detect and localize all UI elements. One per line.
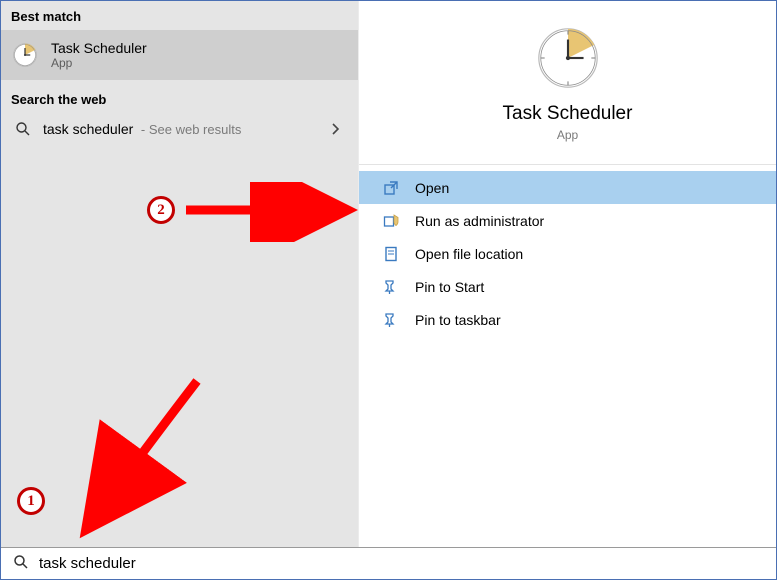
actions-list: Open Run as administrator Open file loca… bbox=[359, 171, 776, 336]
pin-icon bbox=[383, 279, 399, 295]
web-result-item[interactable]: task scheduler - See web results bbox=[1, 113, 358, 145]
action-pin-taskbar[interactable]: Pin to taskbar bbox=[359, 303, 776, 336]
search-icon bbox=[15, 121, 31, 137]
chevron-right-icon[interactable] bbox=[330, 123, 342, 138]
web-query-hint: - See web results bbox=[141, 122, 241, 137]
task-scheduler-icon bbox=[533, 23, 603, 93]
details-header: Task Scheduler App bbox=[359, 1, 776, 142]
run-admin-icon bbox=[383, 213, 399, 229]
main-content: Best match Task Scheduler App bbox=[1, 1, 776, 548]
best-match-title: Task Scheduler bbox=[51, 40, 147, 56]
details-title: Task Scheduler bbox=[503, 103, 633, 125]
web-header: Search the web bbox=[1, 80, 358, 113]
web-query-text: task scheduler bbox=[43, 121, 133, 137]
web-query: task scheduler - See web results bbox=[43, 121, 241, 137]
start-search-window: Best match Task Scheduler App bbox=[0, 0, 777, 580]
action-open-label: Open bbox=[415, 180, 449, 196]
best-match-subtitle: App bbox=[51, 56, 147, 70]
action-open-location-label: Open file location bbox=[415, 246, 523, 262]
action-run-admin[interactable]: Run as administrator bbox=[359, 204, 776, 237]
task-scheduler-icon bbox=[11, 41, 39, 69]
action-pin-start[interactable]: Pin to Start bbox=[359, 270, 776, 303]
search-icon bbox=[13, 554, 29, 574]
action-pin-start-label: Pin to Start bbox=[415, 279, 484, 295]
annotation-badge-2: 2 bbox=[147, 196, 175, 224]
action-open[interactable]: Open bbox=[359, 171, 776, 204]
search-bar[interactable]: task scheduler bbox=[1, 547, 776, 579]
results-panel: Best match Task Scheduler App bbox=[1, 1, 359, 548]
action-open-location[interactable]: Open file location bbox=[359, 237, 776, 270]
action-run-admin-label: Run as administrator bbox=[415, 213, 544, 229]
divider bbox=[359, 164, 776, 165]
best-match-item[interactable]: Task Scheduler App bbox=[1, 30, 358, 80]
details-subtitle: App bbox=[557, 128, 578, 142]
details-panel: Task Scheduler App Open Run as administr… bbox=[359, 1, 776, 548]
pin-icon bbox=[383, 312, 399, 328]
search-input-value: task scheduler bbox=[39, 555, 136, 572]
open-icon bbox=[383, 180, 399, 196]
action-pin-taskbar-label: Pin to taskbar bbox=[415, 312, 501, 328]
best-match-header: Best match bbox=[1, 1, 358, 30]
file-location-icon bbox=[383, 246, 399, 262]
annotation-badge-1: 1 bbox=[17, 487, 45, 515]
best-match-text: Task Scheduler App bbox=[51, 40, 147, 70]
